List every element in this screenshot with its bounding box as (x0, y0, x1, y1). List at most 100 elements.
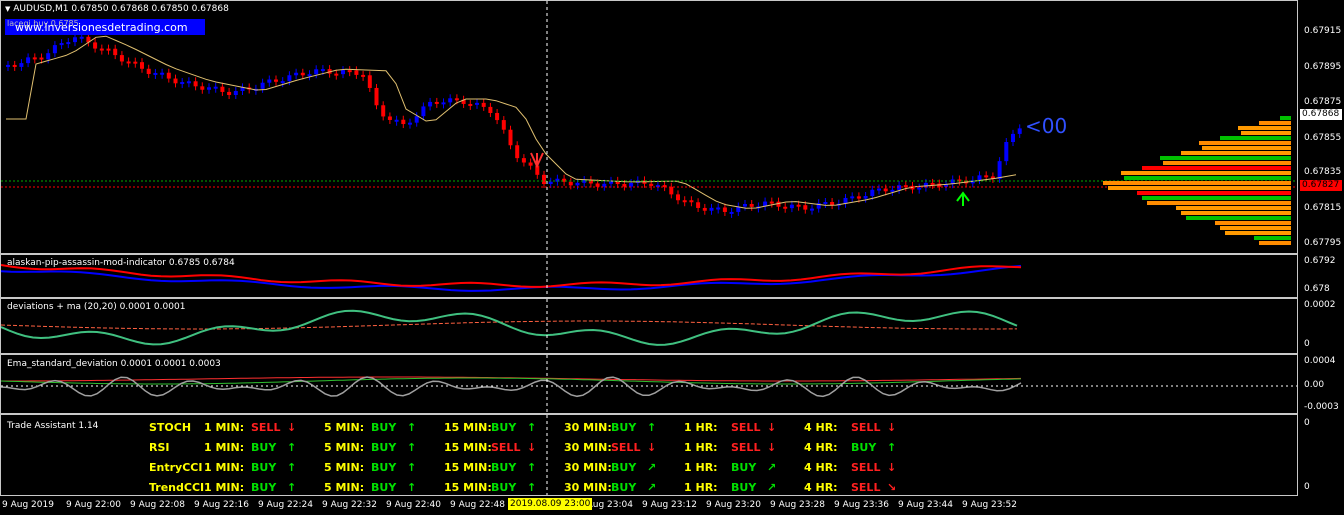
candle-body (689, 200, 694, 203)
time-tick: 9 Aug 23:52 (962, 500, 1017, 510)
signal-value: SELL (731, 421, 761, 434)
price-scale[interactable]: 0.67915 0.67895 0.67875 0.67855 0.67835 … (1298, 0, 1344, 254)
timeframe-label: 30 MIN: (564, 421, 612, 434)
price-chart-canvas (1, 1, 1297, 253)
price-tick: 0.67915 (1304, 26, 1342, 36)
time-tick: 9 Aug 23:36 (834, 500, 889, 510)
timeframe-label: 4 HR: (804, 441, 838, 454)
signal-name: EntryCCI (149, 461, 203, 474)
trade-assistant-pane[interactable]: Trade Assistant 1.14 STOCH 1 MIN: SELL ↓ 5 M… (0, 414, 1298, 496)
timeframe-label: 30 MIN: (564, 481, 612, 494)
price-tick: 0.67795 (1304, 238, 1342, 248)
timeframe-label: 1 MIN: (204, 461, 245, 474)
candle-body (743, 204, 747, 207)
candle-body (233, 90, 238, 96)
candle-body (374, 87, 379, 106)
volume-profile-bar (1225, 231, 1291, 235)
candle-body (722, 207, 727, 212)
signal-value: SELL (851, 461, 881, 474)
arrow-down-icon: ↓ (887, 461, 897, 474)
candle-body (354, 70, 359, 75)
arrow-down-icon: ↓ (287, 421, 297, 434)
candle-body (381, 105, 386, 117)
candle-body (294, 72, 299, 76)
volume-profile-bar (1199, 141, 1291, 145)
signal-value: BUY (611, 421, 637, 434)
candle-body (280, 81, 285, 84)
timeframe-label: 30 MIN: (564, 461, 612, 474)
signal-value: BUY (611, 481, 637, 494)
arrow-up-icon: ↑ (287, 461, 297, 474)
arrow-up-icon: ↗ (767, 461, 777, 474)
candle-body (629, 182, 634, 187)
candle-body (481, 102, 486, 107)
buy-arrow-icon (956, 191, 970, 206)
signal-value: SELL (851, 421, 881, 434)
moving-average-line (6, 35, 1017, 209)
candle-body (99, 48, 104, 51)
deviations-indicator-pane[interactable]: deviations + ma (20,20) 0.0001 0.0001 (0, 298, 1298, 354)
candle-body (59, 43, 64, 46)
arrow-up-icon: ↑ (287, 441, 297, 454)
volume-profile-bar (1181, 151, 1291, 155)
arrow-up-icon: ↗ (647, 481, 657, 494)
price-chart-pane[interactable]: ▼ AUDUSD,M1 0.67850 0.67868 0.67850 0.67… (0, 0, 1298, 254)
candle-body (428, 101, 433, 107)
time-tick: 9 Aug 22:16 (194, 500, 249, 510)
candle-body (6, 64, 10, 67)
candle-body (1004, 142, 1009, 162)
signal-value: BUY (251, 441, 277, 454)
candle-body (193, 81, 198, 87)
timeframe-label: 30 MIN: (564, 441, 612, 454)
ema-std-dev-pane[interactable]: Ema_standard_deviation 0.0001 0.0001 0.0… (0, 354, 1298, 414)
signal-value: SELL (491, 441, 521, 454)
candle-body (1011, 133, 1015, 143)
candle-body (454, 98, 459, 101)
volume-profile-bar (1142, 196, 1291, 200)
candle-body (850, 196, 855, 199)
candle-body (113, 48, 118, 56)
candle-body (709, 207, 714, 211)
volume-profile-bar (1186, 216, 1291, 220)
timeframe-label: 5 MIN: (324, 461, 365, 474)
indicator3-scale[interactable]: 0.0004 0.00 -0.0003 (1298, 354, 1344, 414)
candle-body (475, 102, 479, 105)
timeframe-label: 5 MIN: (324, 421, 365, 434)
candle-body (682, 200, 687, 203)
alaskan-indicator-pane[interactable]: alaskan-pip-assassin-mod-indicator 0.678… (0, 254, 1298, 298)
indicator1-scale[interactable]: 0.6792 0.678 (1298, 254, 1344, 298)
trade-signal-row: EntryCCI 1 MIN: BUY ↑ 5 MIN: BUY ↑ 15 MIN: BUY ↑ 3… (1, 461, 1001, 479)
timeframe-label: 5 MIN: (324, 481, 365, 494)
candle-body (997, 161, 1002, 179)
time-axis[interactable]: 9 Aug 2019 9 Aug 22:00 9 Aug 22:08 9 Aug 22… (0, 496, 1344, 515)
indicator2-scale[interactable]: 0.0002 0 (1298, 298, 1344, 354)
signal-value: BUY (491, 461, 517, 474)
trade-assistant-scale[interactable]: 0 0 (1298, 414, 1344, 496)
arrow-up-icon: ↑ (527, 461, 537, 474)
price-tick: 0.67895 (1304, 62, 1342, 72)
signal-value: SELL (851, 481, 881, 494)
candle-body (334, 73, 339, 76)
signal-name: RSI (149, 441, 170, 454)
candle-body (749, 204, 754, 207)
price-tick: 0.67815 (1304, 203, 1342, 213)
signal-value: BUY (491, 421, 517, 434)
candle-body (361, 74, 366, 77)
website-link[interactable]: www.inversionesdetrading.com (15, 21, 188, 34)
signal-value: BUY (851, 441, 877, 454)
arrow-up-icon: ↑ (887, 441, 897, 454)
volume-profile-bar (1137, 191, 1291, 195)
candle-body (46, 53, 51, 60)
indicator-tick: 0.00 (1304, 380, 1325, 390)
candle-body (227, 91, 232, 96)
overlay-text: <00 (1025, 114, 1068, 138)
candle-body (984, 175, 989, 178)
ema-red-line (1, 376, 1022, 382)
volume-profile-bar (1220, 226, 1291, 230)
website-banner[interactable]: lacegi buy 0.6785 www.inversionesdetradi… (5, 19, 205, 35)
indicator-tick: 0.0004 (1304, 356, 1336, 366)
timeframe-label: 15 MIN: (444, 481, 492, 494)
candle-body (307, 74, 312, 77)
candle-body (314, 69, 319, 75)
collapse-triangle-icon[interactable]: ▼ (5, 5, 10, 13)
